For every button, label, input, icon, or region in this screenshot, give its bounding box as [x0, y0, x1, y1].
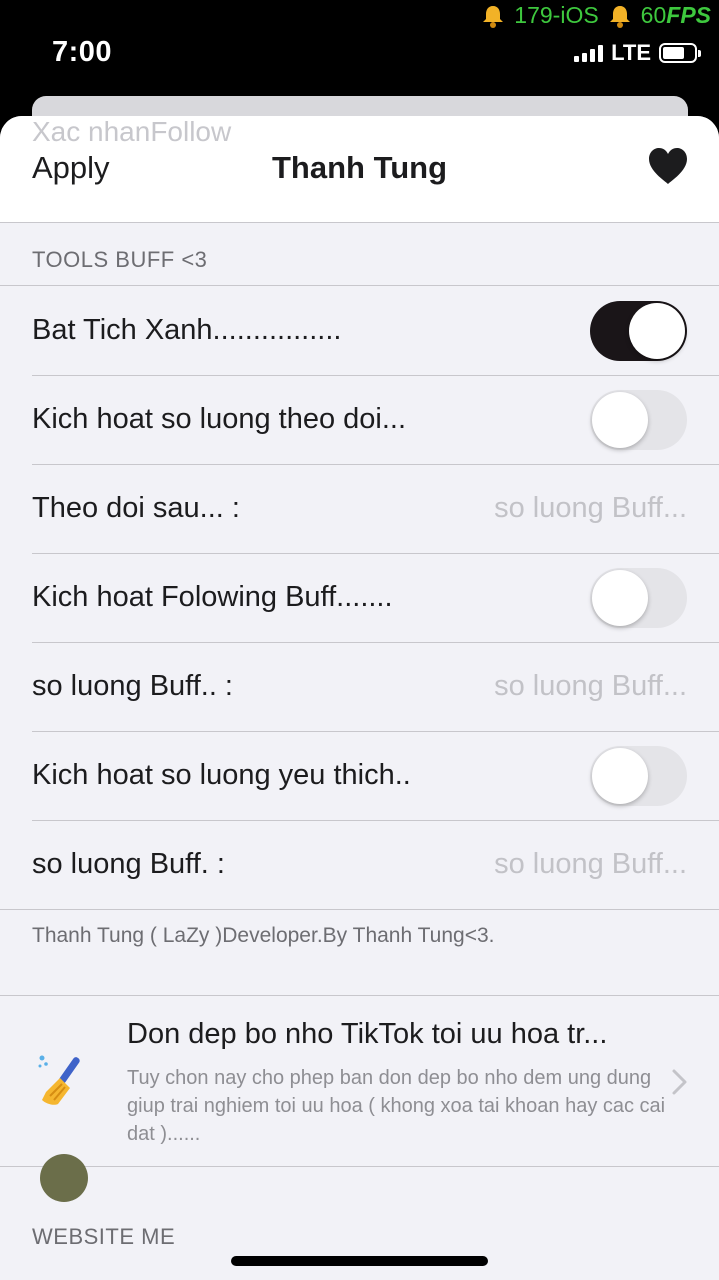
battery-icon — [659, 43, 701, 63]
theo-doi-toggle[interactable] — [590, 389, 687, 450]
heart-icon[interactable] — [647, 146, 689, 188]
website-section-header: WEBSITE ME — [32, 1224, 176, 1249]
bell-icon — [483, 5, 504, 28]
row-bat-tich-xanh: Bat Tich Xanh................ — [0, 286, 719, 375]
cleanup-cell[interactable]: Don dep bo nho TikTok toi uu hoa tr... T… — [0, 995, 719, 1167]
network-type: LTE — [611, 40, 651, 65]
chevron-right-icon — [672, 1069, 687, 1095]
likes-quantity-input[interactable]: so luong Buff... — [494, 848, 687, 881]
avatar[interactable] — [40, 1154, 88, 1202]
tools-section-header: TOOLS BUFF <3 — [32, 247, 208, 272]
cleanup-description: Tuy chon nay cho phep ban don dep bo nho… — [127, 1067, 666, 1145]
row-kich-hoat-theo-doi: Kich hoat so luong theo doi... — [0, 375, 719, 464]
row-label: Kich hoat Folowing Buff....... — [32, 581, 393, 613]
row-label: so luong Buff.. : — [32, 670, 233, 702]
bat-tich-xanh-toggle[interactable] — [590, 300, 687, 361]
row-so-luong-buff-following: so luong Buff.. : so luong Buff... — [0, 642, 719, 731]
tweak-label: 179-iOS — [514, 2, 599, 28]
fps-overlay: 179-iOS 60FPS — [480, 2, 711, 29]
row-so-luong-buff-likes: so luong Buff. : so luong Buff... — [0, 820, 719, 909]
ghost-follow-text: Xac nhanFollow — [32, 116, 232, 147]
tools-group: Bat Tich Xanh................ Kich hoat … — [0, 285, 719, 910]
settings-sheet: Xac nhanFollow Apply Thanh Tung TOOLS BU… — [0, 116, 719, 1280]
yeu-thich-toggle[interactable] — [590, 745, 687, 806]
following-buff-toggle[interactable] — [590, 567, 687, 628]
fps-value: 60 — [640, 2, 667, 28]
signal-icon — [574, 44, 604, 62]
clock: 7:00 — [52, 36, 113, 68]
row-kich-hoat-following: Kich hoat Folowing Buff....... — [0, 553, 719, 642]
developer-credit: Thanh Tung ( LaZy )Developer.By Thanh Tu… — [32, 924, 495, 947]
cleanup-title: Don dep bo nho TikTok toi uu hoa tr... — [127, 1018, 608, 1050]
following-quantity-input[interactable]: so luong Buff... — [494, 670, 687, 703]
status-bar: 179-iOS 60FPS 7:00 LTE — [0, 0, 719, 100]
row-label: Theo doi sau... : — [32, 492, 240, 524]
row-label: Kich hoat so luong theo doi... — [32, 403, 407, 435]
home-indicator[interactable] — [231, 1256, 488, 1266]
row-label: Bat Tich Xanh................ — [32, 314, 342, 346]
row-label: Kich hoat so luong yeu thich.. — [32, 759, 411, 791]
navigation-bar: Xac nhanFollow Apply Thanh Tung — [0, 116, 719, 223]
bell-icon — [609, 5, 630, 28]
broom-icon — [38, 1055, 80, 1105]
row-label: so luong Buff. : — [32, 848, 225, 880]
row-kich-hoat-yeu-thich: Kich hoat so luong yeu thich.. — [0, 731, 719, 820]
theo-doi-quantity-input[interactable]: so luong Buff... — [494, 492, 687, 525]
row-theo-doi-sau: Theo doi sau... : so luong Buff... — [0, 464, 719, 553]
fps-suffix: FPS — [666, 2, 711, 28]
page-title: Thanh Tung — [271, 150, 448, 185]
